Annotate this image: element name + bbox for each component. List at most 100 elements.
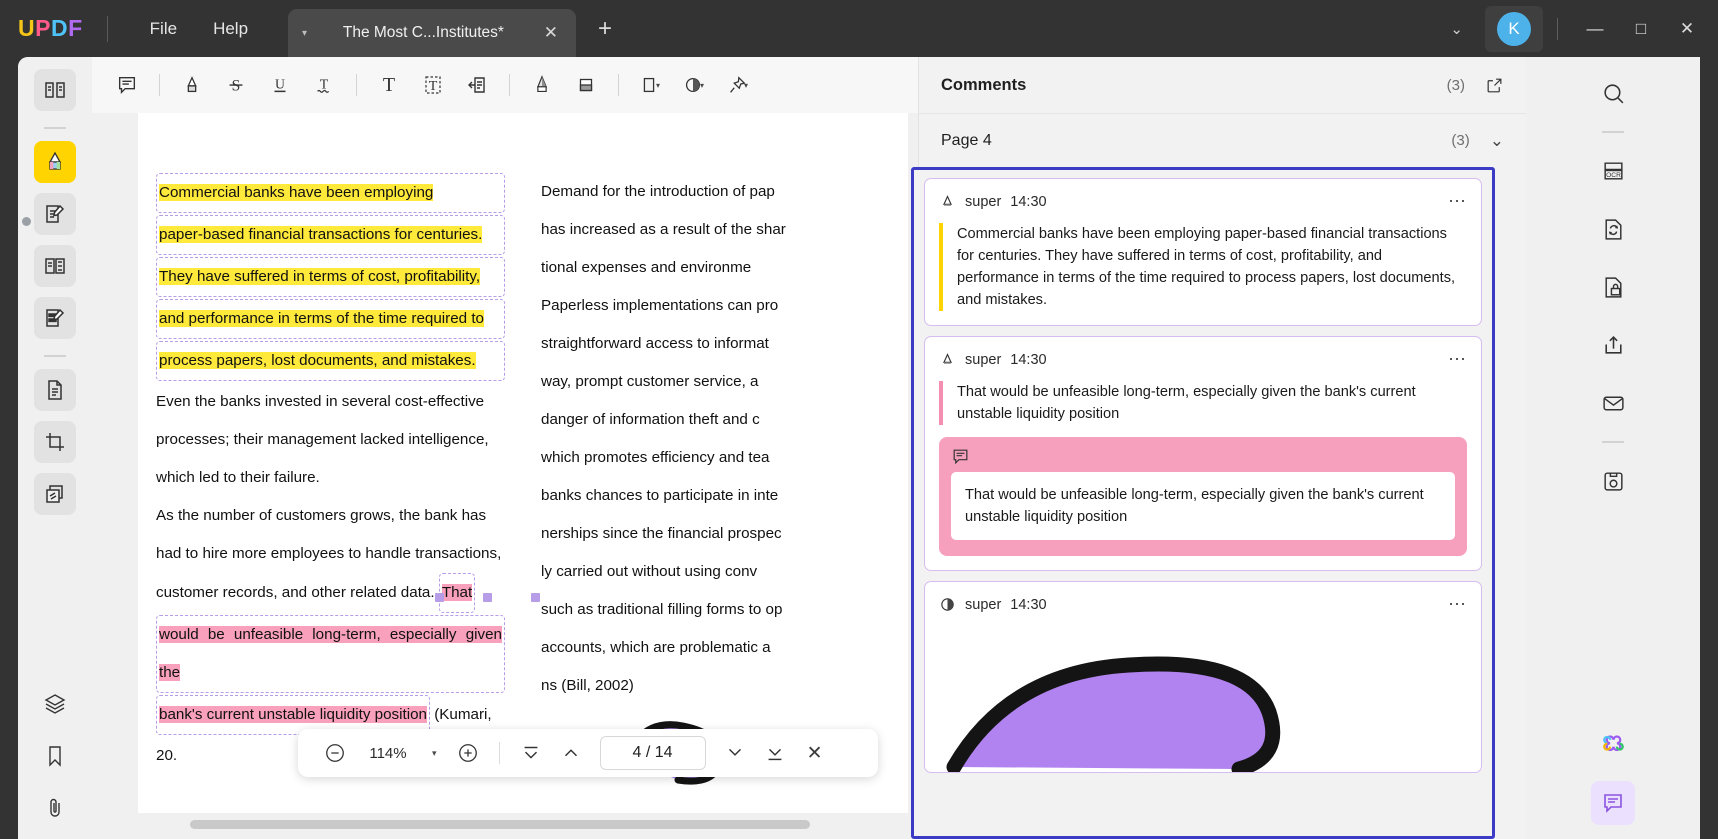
- updf-logo: U P D F: [18, 15, 83, 42]
- horizontal-scrollbar[interactable]: [190, 820, 918, 829]
- comments-panel-icon[interactable]: [1591, 781, 1635, 825]
- text-tool[interactable]: T: [368, 64, 410, 106]
- highlight-line[interactable]: That: [438, 573, 476, 613]
- highlight-line[interactable]: Commercial banks have been employing: [156, 173, 505, 213]
- selection-handle[interactable]: [483, 593, 492, 602]
- close-navigation-button[interactable]: ✕: [796, 736, 834, 770]
- comments-page-group-header[interactable]: Page 4 (3) ⌄: [919, 113, 1526, 167]
- comments-header: Comments (3): [919, 57, 1526, 113]
- zoom-level-value[interactable]: 114%: [356, 745, 420, 762]
- text-box-tool[interactable]: T: [412, 64, 454, 106]
- convert-file-icon[interactable]: [1591, 207, 1635, 251]
- save-disk-icon[interactable]: [1591, 459, 1635, 503]
- selection-handle[interactable]: [435, 593, 444, 602]
- comment-reply-box[interactable]: That would be unfeasible long-term, espe…: [939, 437, 1467, 556]
- tab-close-icon[interactable]: ✕: [540, 23, 562, 43]
- page-number-value: 4 / 14: [632, 744, 673, 761]
- tab-title: The Most C...Institutes*: [342, 24, 504, 41]
- chevron-down-icon[interactable]: ⌄: [1428, 20, 1485, 38]
- comment-menu-button[interactable]: ⋯: [1448, 594, 1467, 615]
- strikethrough-tool[interactable]: S: [215, 64, 257, 106]
- comment-menu-button[interactable]: ⋯: [1448, 349, 1467, 370]
- account-button[interactable]: K: [1485, 5, 1543, 52]
- minimize-button[interactable]: —: [1572, 0, 1618, 57]
- comment-card[interactable]: super 14:30 ⋯ Commercial banks have been…: [924, 178, 1482, 326]
- comment-quote-text: That would be unfeasible long-term, espe…: [939, 381, 1467, 425]
- sidebar-bookmark-icon[interactable]: [34, 735, 76, 777]
- first-page-button[interactable]: [512, 736, 550, 770]
- right-text-column: Demand for the introduction of pap has i…: [523, 173, 908, 775]
- logo-letter-f: F: [68, 15, 83, 41]
- search-icon[interactable]: [1591, 71, 1635, 115]
- zoom-dropdown-caret-icon[interactable]: ▾: [422, 748, 447, 759]
- pin-tool-caret-icon[interactable]: ▾: [744, 81, 748, 90]
- stamp-tool[interactable]: ▾: [674, 64, 716, 106]
- right-rail-separator-1: [1602, 131, 1624, 133]
- sidebar-crop-icon[interactable]: [34, 421, 76, 463]
- expand-icon[interactable]: [1485, 76, 1504, 95]
- sticky-note-tool[interactable]: [106, 64, 148, 106]
- menu-help[interactable]: Help: [195, 13, 266, 45]
- page-number-input[interactable]: 4 / 14: [599, 736, 706, 770]
- sidebar-drag-handle[interactable]: [22, 217, 31, 226]
- maximize-button[interactable]: □: [1618, 0, 1664, 57]
- shape-tool-caret-icon[interactable]: ▾: [656, 81, 660, 90]
- comments-page-count: (3): [1451, 132, 1470, 149]
- document-viewer[interactable]: Commercial banks have been employing pap…: [92, 113, 918, 839]
- comment-card[interactable]: super 14:30 ⋯ That would be unfeasible l…: [924, 336, 1482, 571]
- underline-tool[interactable]: U: [259, 64, 301, 106]
- next-page-button[interactable]: [716, 736, 754, 770]
- selection-handle[interactable]: [531, 593, 540, 602]
- comments-title: Comments: [941, 75, 1027, 94]
- sidebar-edit-pdf-icon[interactable]: [34, 193, 76, 235]
- last-page-button[interactable]: [756, 736, 794, 770]
- shape-tool[interactable]: ▾: [630, 64, 672, 106]
- comments-total-count: (3): [1446, 76, 1465, 94]
- squiggly-tool[interactable]: T: [303, 64, 345, 106]
- chevron-down-icon[interactable]: ⌄: [1490, 131, 1504, 151]
- highlight-line[interactable]: would be unfeasible long-term, especiall…: [156, 615, 505, 693]
- sidebar-form-icon[interactable]: [34, 297, 76, 339]
- close-button[interactable]: ✕: [1664, 0, 1710, 57]
- highlight-line[interactable]: process papers, lost documents, and mist…: [156, 341, 505, 381]
- zoom-in-button[interactable]: [449, 736, 487, 770]
- ai-assistant-icon[interactable]: [1591, 723, 1635, 767]
- callout-tool[interactable]: [456, 64, 498, 106]
- email-icon[interactable]: [1591, 381, 1635, 425]
- protect-lock-icon[interactable]: [1591, 265, 1635, 309]
- sidebar-layers-icon[interactable]: [34, 683, 76, 725]
- comment-quote-text: Commercial banks have been employing pap…: [939, 223, 1467, 311]
- highlight-line[interactable]: They have suffered in terms of cost, pro…: [156, 257, 505, 297]
- sidebar-organize-pages-icon[interactable]: [34, 245, 76, 287]
- highlight-line[interactable]: and performance in terms of the time req…: [156, 299, 505, 339]
- comment-menu-button[interactable]: ⋯: [1448, 191, 1467, 212]
- share-icon[interactable]: [1591, 323, 1635, 367]
- comment-reply-text: That would be unfeasible long-term, espe…: [951, 472, 1455, 540]
- highlight-tool[interactable]: [171, 64, 213, 106]
- stamp-tool-caret-icon[interactable]: ▾: [700, 81, 704, 90]
- pencil-tool[interactable]: [521, 64, 563, 106]
- comments-list[interactable]: super 14:30 ⋯ Commercial banks have been…: [911, 167, 1495, 839]
- sidebar-convert-icon[interactable]: [34, 369, 76, 411]
- new-tab-button[interactable]: +: [598, 15, 612, 43]
- menu-file[interactable]: File: [132, 13, 195, 45]
- ocr-icon[interactable]: OCR: [1591, 149, 1635, 193]
- horizontal-scrollbar-thumb[interactable]: [190, 820, 810, 829]
- eraser-tool[interactable]: [565, 64, 607, 106]
- comment-author: super: [965, 351, 1002, 368]
- highlight-line[interactable]: paper-based financial transactions for c…: [156, 215, 505, 255]
- tab-caret-icon[interactable]: ▾: [302, 28, 307, 39]
- sidebar-attachment-icon[interactable]: [34, 787, 76, 829]
- zoom-out-button[interactable]: [316, 736, 354, 770]
- ink-annotation-preview: [939, 621, 1467, 772]
- comment-card[interactable]: super 14:30 ⋯: [924, 581, 1482, 773]
- sidebar-highlighter-icon[interactable]: [34, 141, 76, 183]
- sidebar-batch-icon[interactable]: [34, 473, 76, 515]
- pin-tool[interactable]: ▾: [718, 64, 760, 106]
- previous-page-button[interactable]: [552, 736, 590, 770]
- toolbar-separator-1: [159, 74, 160, 96]
- left-sidebar: [18, 57, 92, 839]
- document-tab[interactable]: ▾ The Most C...Institutes* ✕: [288, 9, 577, 57]
- sidebar-reader-icon[interactable]: [34, 69, 76, 111]
- paragraph-right-column: Demand for the introduction of pap has i…: [541, 183, 786, 694]
